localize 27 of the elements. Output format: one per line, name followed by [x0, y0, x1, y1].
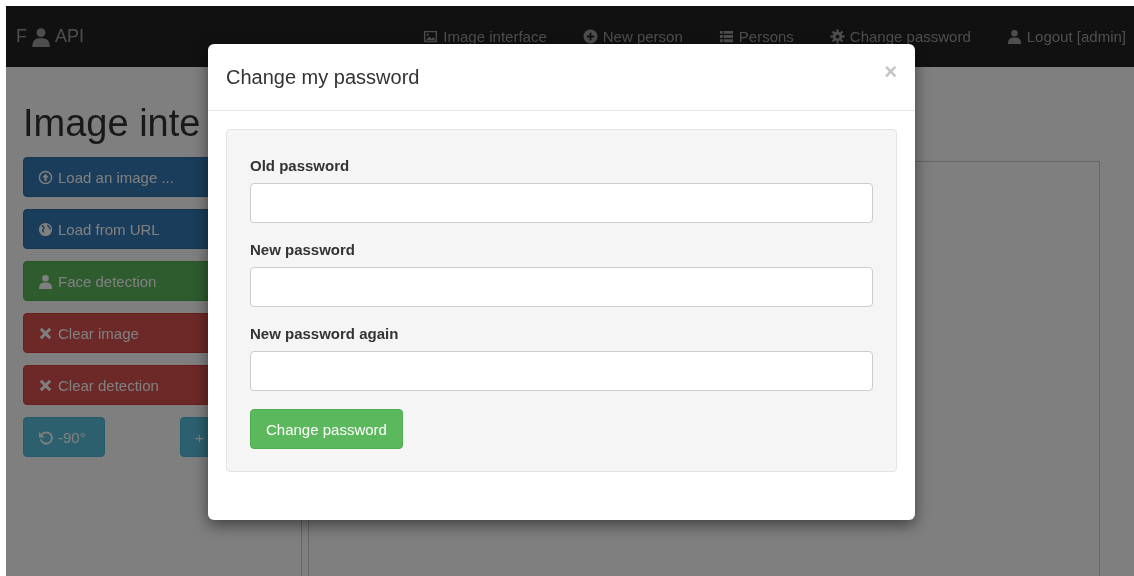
rotate-left-icon	[38, 429, 53, 445]
list-icon	[718, 29, 734, 44]
upload-icon	[38, 169, 53, 185]
picture-icon	[423, 29, 439, 44]
person-icon	[31, 26, 51, 47]
page-heading: Image inte	[23, 101, 202, 146]
brand-text: API	[55, 26, 84, 47]
password-field[interactable]	[250, 351, 873, 391]
close-icon	[38, 325, 53, 341]
globe-icon	[38, 221, 53, 237]
nav-link[interactable]: Logout [admin]	[1006, 28, 1126, 45]
close-button[interactable]: ×	[884, 59, 897, 85]
close-icon	[38, 377, 53, 393]
nav-link[interactable]: New person	[582, 28, 683, 45]
nav-link[interactable]: Change password	[829, 28, 971, 45]
nav-link[interactable]: Persons	[718, 28, 794, 45]
password-field[interactable]	[250, 183, 873, 223]
submit-button[interactable]: Change password	[250, 409, 403, 449]
nav-link[interactable]: Image interface	[423, 28, 547, 45]
modal-title: Change my password	[226, 65, 420, 89]
user-icon	[1006, 29, 1022, 44]
user-icon	[38, 273, 53, 289]
rotate-button[interactable]: -90°	[23, 417, 105, 457]
plus-circle-icon	[582, 29, 598, 44]
gear-icon	[829, 29, 845, 44]
password-field[interactable]	[250, 267, 873, 307]
brand-text: F	[16, 26, 27, 47]
